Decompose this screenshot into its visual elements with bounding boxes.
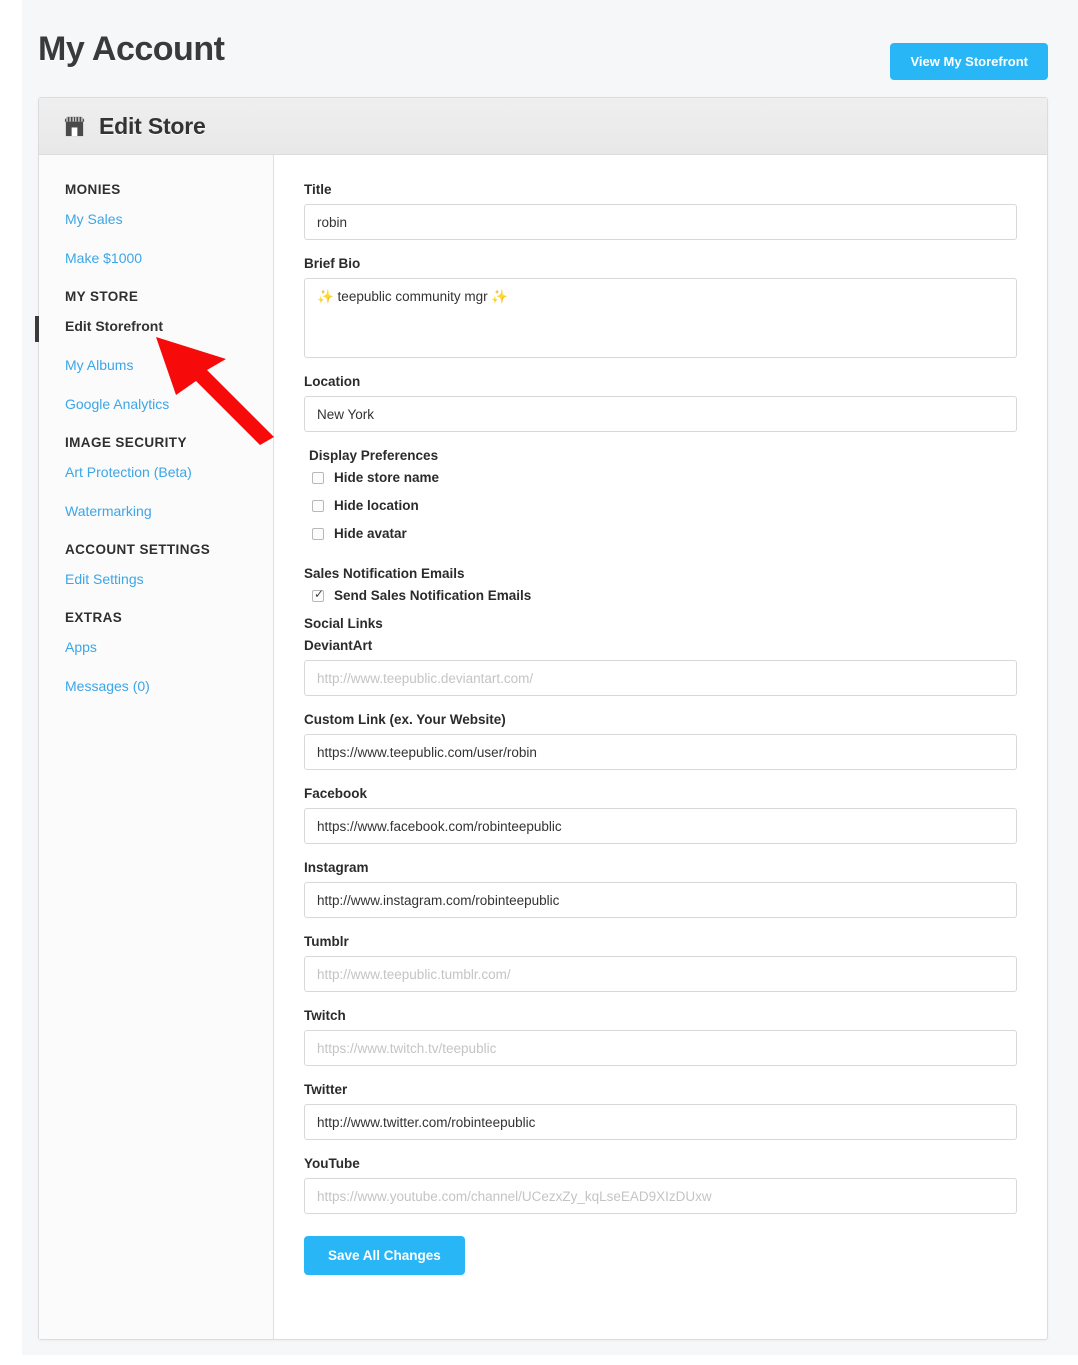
storefront-icon	[63, 115, 86, 138]
account-sidebar: MONIES My Sales Make $1000 MY STORE Edit…	[35, 155, 274, 1339]
sidebar-item-apps[interactable]: Apps	[39, 639, 273, 655]
brief-bio-label: Brief Bio	[304, 256, 361, 271]
sidebar-item-make-1000[interactable]: Make $1000	[39, 250, 273, 266]
hide-store-name-checkbox[interactable]	[312, 471, 324, 484]
sidebar-heading-account-settings: ACCOUNT SETTINGS	[65, 542, 211, 557]
page-header: My Account View My Storefront	[38, 20, 1048, 90]
tumblr-label: Tumblr	[304, 934, 349, 949]
sidebar-item-edit-settings[interactable]: Edit Settings	[39, 571, 273, 587]
send-sales-notification-label: Send Sales Notification Emails	[334, 588, 532, 603]
sidebar-heading-extras: EXTRAS	[65, 610, 123, 625]
social-links-label: Social Links	[304, 616, 383, 631]
sidebar-item-art-protection[interactable]: Art Protection (Beta)	[39, 464, 273, 480]
instagram-label: Instagram	[304, 860, 369, 875]
edit-store-panel: Edit Store MONIES My Sales Make $1000 MY…	[35, 97, 1048, 1340]
hide-avatar-label: Hide avatar	[334, 526, 407, 541]
view-my-storefront-button[interactable]: View My Storefront	[890, 43, 1048, 80]
deviantart-label: DeviantArt	[304, 638, 373, 653]
deviantart-input[interactable]	[304, 660, 1017, 696]
sales-notification-emails-label: Sales Notification Emails	[304, 566, 465, 581]
sidebar-group-extras: EXTRAS Apps Messages (0)	[39, 610, 273, 694]
custom-link-label: Custom Link (ex. Your Website)	[304, 712, 506, 727]
hide-store-name-label: Hide store name	[334, 470, 440, 485]
sidebar-item-google-analytics[interactable]: Google Analytics	[39, 396, 273, 412]
checkbox-row-hide-avatar[interactable]: Hide avatar	[304, 526, 1017, 541]
hide-avatar-checkbox[interactable]	[312, 527, 324, 540]
youtube-input[interactable]	[304, 1178, 1017, 1214]
twitter-input[interactable]	[304, 1104, 1017, 1140]
instagram-input[interactable]	[304, 882, 1017, 918]
checkbox-row-hide-location[interactable]: Hide location	[304, 498, 1017, 513]
hide-location-checkbox[interactable]	[312, 499, 324, 512]
sidebar-group-monies: MONIES My Sales Make $1000	[39, 182, 273, 266]
sidebar-heading-my-store: MY STORE	[65, 289, 139, 304]
sidebar-item-edit-storefront[interactable]: Edit Storefront	[39, 318, 273, 334]
save-all-changes-button[interactable]: Save All Changes	[304, 1236, 465, 1275]
sidebar-heading-image-security: IMAGE SECURITY	[65, 435, 187, 450]
sidebar-item-my-albums[interactable]: My Albums	[39, 357, 273, 373]
panel-header: Edit Store	[39, 98, 1047, 155]
twitch-label: Twitch	[304, 1008, 346, 1023]
twitch-input[interactable]	[304, 1030, 1017, 1066]
display-preferences-label: Display Preferences	[309, 448, 439, 463]
sidebar-heading-monies: MONIES	[65, 182, 121, 197]
facebook-label: Facebook	[304, 786, 368, 801]
twitter-label: Twitter	[304, 1082, 348, 1097]
custom-link-input[interactable]	[304, 734, 1017, 770]
title-label: Title	[304, 182, 332, 197]
page-title: My Account	[38, 30, 225, 68]
location-label: Location	[304, 374, 361, 389]
facebook-input[interactable]	[304, 808, 1017, 844]
tumblr-input[interactable]	[304, 956, 1017, 992]
page-root: My Account View My Storefront Edit Store…	[0, 0, 1078, 1365]
checkbox-row-hide-store-name[interactable]: Hide store name	[304, 470, 1017, 485]
panel-body: MONIES My Sales Make $1000 MY STORE Edit…	[35, 155, 1047, 1339]
brief-bio-textarea[interactable]	[304, 278, 1017, 358]
location-input[interactable]	[304, 396, 1017, 432]
sidebar-item-my-sales[interactable]: My Sales	[39, 211, 273, 227]
hide-location-label: Hide location	[334, 498, 419, 513]
edit-store-form: Title Brief Bio Location Display Prefere…	[274, 155, 1047, 1339]
panel-title: Edit Store	[99, 112, 206, 139]
sidebar-group-my-store: MY STORE Edit Storefront My Albums Googl…	[39, 289, 273, 412]
sidebar-item-watermarking[interactable]: Watermarking	[39, 503, 273, 519]
send-sales-notification-checkbox[interactable]	[312, 587, 325, 602]
sidebar-group-image-security: IMAGE SECURITY Art Protection (Beta) Wat…	[39, 435, 273, 519]
sidebar-item-messages[interactable]: Messages (0)	[39, 678, 273, 694]
sidebar-group-account-settings: ACCOUNT SETTINGS Edit Settings	[39, 542, 273, 587]
active-item-marker	[35, 316, 39, 342]
checkbox-row-send-sales-notification[interactable]: Send Sales Notification Emails	[304, 587, 1017, 603]
page-backdrop-bottom	[0, 1355, 1078, 1365]
title-input[interactable]	[304, 204, 1017, 240]
youtube-label: YouTube	[304, 1156, 360, 1171]
